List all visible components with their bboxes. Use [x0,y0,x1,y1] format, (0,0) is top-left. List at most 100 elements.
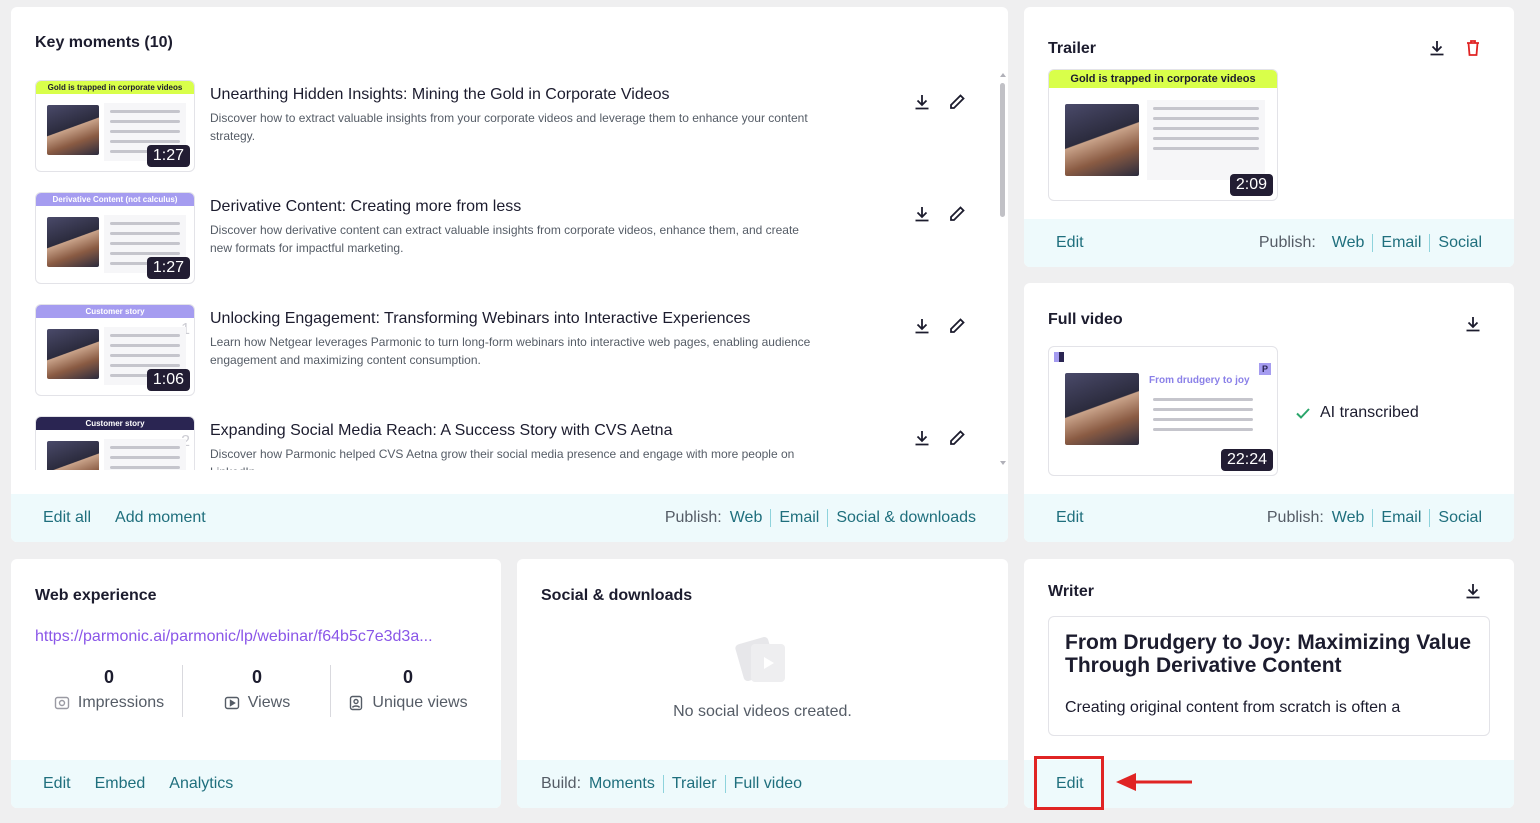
impressions-label: Impressions [77,694,165,711]
list-item[interactable]: Derivative Content (not calculus) 1:27 D… [35,192,995,284]
duration-badge: 1:06 [146,369,190,391]
moment-title: Expanding Social Media Reach: A Success … [210,422,673,439]
publish-label: Publish: [664,509,722,526]
slide-image [1147,391,1259,441]
delete-icon[interactable] [1462,37,1484,59]
divider [724,775,726,793]
speaker-image [47,105,99,155]
web-experience-title: Web experience [35,587,157,604]
edit-link[interactable]: Edit [1056,509,1084,527]
views-stat: 0 Views [183,667,331,712]
writer-document-preview[interactable]: From Drudgery to Joy: Maximizing Value T… [1048,616,1490,736]
add-moment-link[interactable]: Add moment [115,509,206,527]
unique-views-stat: 0 Unique views [331,667,485,712]
slide-image [1147,100,1265,180]
scroll-down-arrow[interactable] [1000,461,1006,465]
divider [1372,234,1374,252]
duration-badge: 22:24 [1220,449,1273,471]
download-icon[interactable] [911,203,933,225]
divider [1429,509,1431,527]
slide-title: From drudgery to joy [1149,375,1250,386]
scrollbar[interactable] [999,73,1007,473]
divider [1372,509,1374,527]
moment-thumbnail[interactable]: Customer story 1 1:06 [35,304,195,396]
build-full-video-link[interactable]: Full video [734,775,802,793]
edit-all-link[interactable]: Edit all [43,509,91,527]
publish-web-link[interactable]: Web [1332,509,1365,527]
ai-transcribed-label: AI transcribed [1320,404,1419,421]
logo-mark-icon [1054,352,1064,362]
scrollbar-thumb[interactable] [1000,83,1005,217]
web-experience-footer: Edit Embed Analytics [11,760,501,808]
download-icon[interactable] [1462,580,1484,602]
moment-title: Unlocking Engagement: Transforming Webin… [210,310,751,327]
edit-link[interactable]: Edit [43,775,71,793]
trailer-thumbnail[interactable]: Gold is trapped in corporate videos 2:09 [1048,69,1278,201]
moment-thumbnail[interactable]: Customer story 2 [35,416,195,470]
eye-icon [54,696,70,710]
duration-badge: 1:27 [146,257,190,279]
impressions-stat: 0 Impressions [35,667,183,712]
download-icon[interactable] [1462,313,1484,335]
moment-thumbnail[interactable]: Derivative Content (not calculus) 1:27 [35,192,195,284]
list-item[interactable]: Customer story 1 1:06 Unlocking Engageme… [35,304,995,396]
thumbnail-band: Customer story [36,417,194,430]
web-experience-url[interactable]: https://parmonic.ai/parmonic/lp/webinar/… [35,628,433,646]
speaker-image [47,217,99,267]
speaker-image [1065,373,1139,445]
empty-videos-icon [735,636,785,682]
moment-title: Unearthing Hidden Insights: Mining the G… [210,86,670,103]
publish-web-link[interactable]: Web [1332,234,1365,252]
arrow-annotation-icon [1116,773,1192,791]
moment-title: Derivative Content: Creating more from l… [210,198,522,215]
list-item[interactable]: Customer story 2 Expanding Social Media … [35,416,995,470]
divider [662,775,664,793]
edit-pencil-icon[interactable] [946,91,968,113]
key-moments-footer: Edit all Add moment Publish: Web Email S… [11,494,1008,542]
views-label: Views [247,694,291,711]
edit-link[interactable]: Edit [1056,234,1084,252]
social-downloads-card: Social & downloads No social videos crea… [517,559,1008,808]
embed-link[interactable]: Embed [95,775,146,793]
moment-description: Discover how Parmonic helped CVS Aetna g… [210,447,795,470]
edit-pencil-icon[interactable] [946,203,968,225]
edit-pencil-icon[interactable] [946,427,968,449]
play-icon [224,696,239,710]
thumbnail-band: Gold is trapped in corporate videos [36,81,194,94]
publish-label: Publish: [1266,509,1324,526]
moment-thumbnail[interactable]: Gold is trapped in corporate videos 1:27 [35,80,195,172]
unique-views-label: Unique views [372,694,468,711]
analytics-link[interactable]: Analytics [169,775,233,793]
impressions-value: 0 [103,667,114,687]
trailer-title: Trailer [1048,40,1097,57]
publish-social-link[interactable]: Social & downloads [836,509,976,527]
divider [770,509,772,527]
download-icon[interactable] [911,427,933,449]
edit-pencil-icon[interactable] [946,315,968,337]
trailer-footer: Edit Publish: Web Email Social [1024,219,1514,267]
speaker-image [47,441,99,470]
scroll-up-arrow[interactable] [1000,73,1006,77]
publish-email-link[interactable]: Email [779,509,819,527]
divider [1429,234,1431,252]
build-moments-link[interactable]: Moments [589,775,655,793]
publish-email-link[interactable]: Email [1381,234,1421,252]
publish-label: Publish: [1258,234,1316,251]
thumbnail-band: Gold is trapped in corporate videos [1049,70,1277,88]
speaker-image [47,329,99,379]
download-icon[interactable] [911,91,933,113]
full-video-thumbnail[interactable]: From drudgery to joy P 22:24 [1048,346,1278,476]
download-icon[interactable] [911,315,933,337]
list-item[interactable]: Gold is trapped in corporate videos 1:27… [35,80,995,172]
build-trailer-link[interactable]: Trailer [672,775,717,793]
publish-social-link[interactable]: Social [1438,509,1482,527]
slide-image [104,439,186,470]
user-icon [350,695,363,711]
publish-email-link[interactable]: Email [1381,509,1421,527]
moment-description: Discover how to extract valuable insight… [210,111,808,143]
download-icon[interactable] [1426,37,1448,59]
speaker-image [1065,104,1139,176]
social-downloads-footer: Build: Moments Trailer Full video [517,760,1008,808]
publish-social-link[interactable]: Social [1438,234,1482,252]
publish-web-link[interactable]: Web [730,509,763,527]
